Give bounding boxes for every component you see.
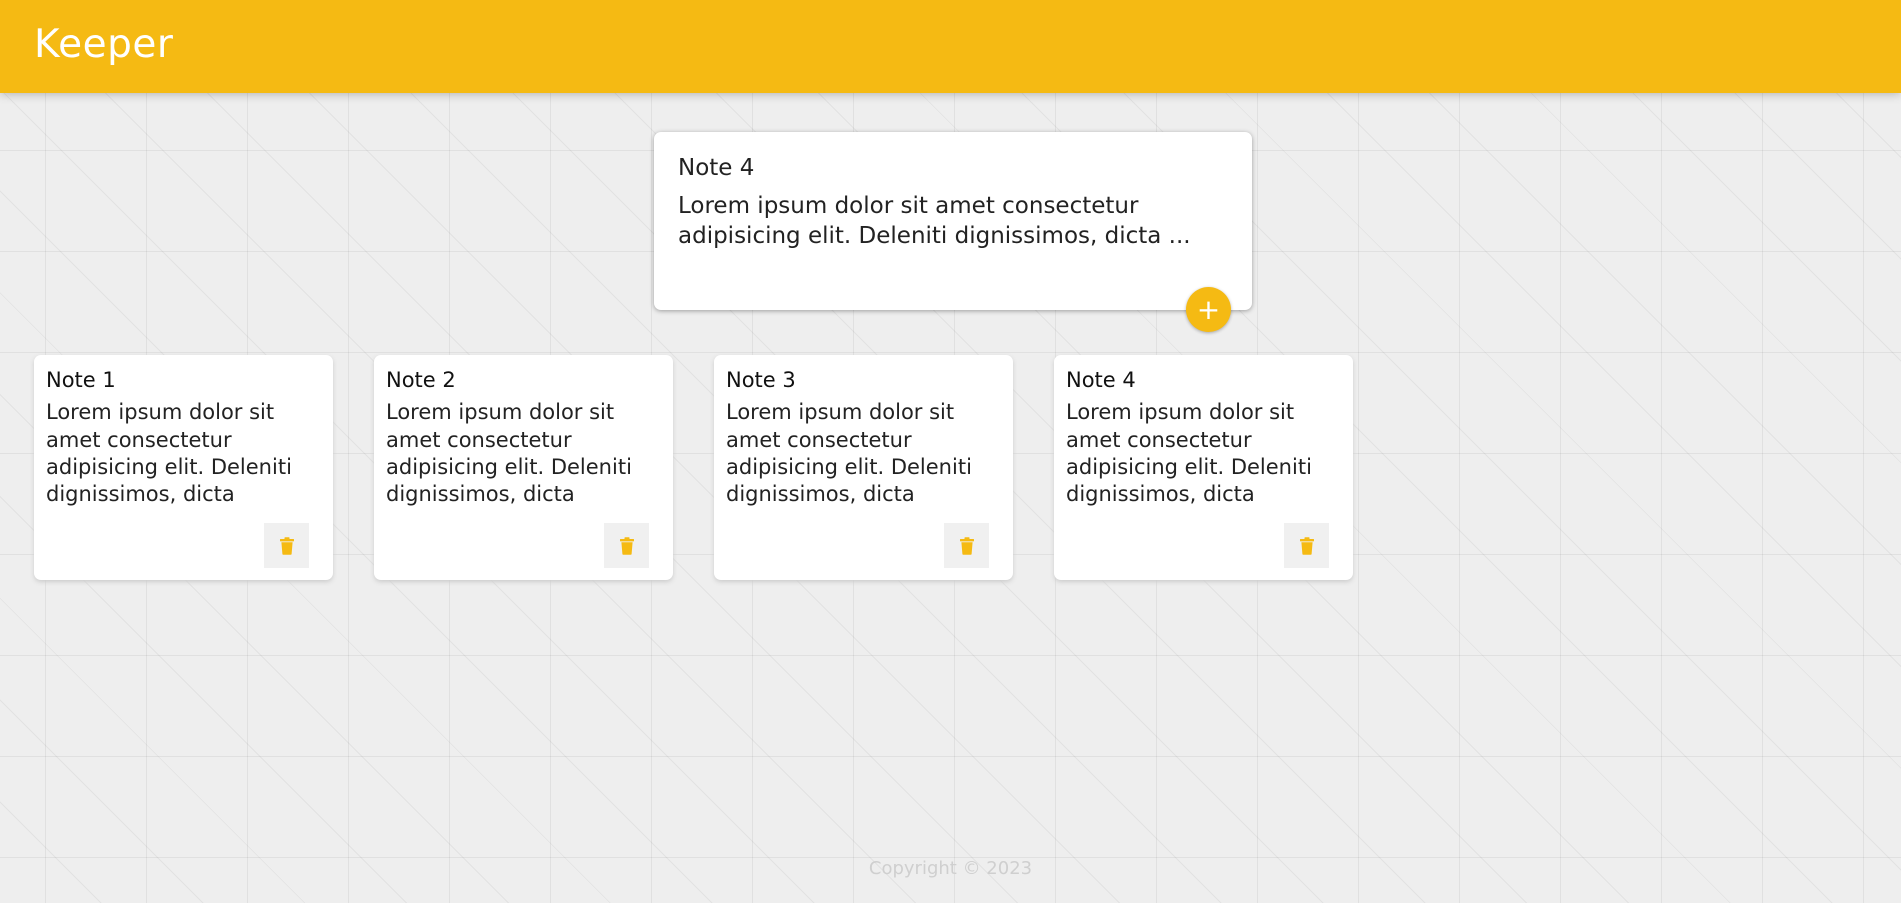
note-title-input[interactable]: Note 4 (678, 154, 1228, 184)
delete-note-button[interactable] (604, 523, 649, 568)
delete-note-button[interactable] (264, 523, 309, 568)
delete-note-button[interactable] (944, 523, 989, 568)
note-card: Note 1 Lorem ipsum dolor sit amet consec… (34, 355, 333, 580)
note-title: Note 2 (386, 368, 456, 392)
note-card: Note 3 Lorem ipsum dolor sit amet consec… (714, 355, 1013, 580)
app-title: Keeper (34, 22, 174, 67)
trash-icon (619, 536, 634, 555)
note-title: Note 3 (726, 368, 796, 392)
delete-note-button[interactable] (1284, 523, 1329, 568)
note-content: Lorem ipsum dolor sit amet consectetur a… (726, 400, 972, 507)
trash-icon (1299, 536, 1314, 555)
note-content: Lorem ipsum dolor sit amet consectetur a… (1066, 400, 1312, 507)
app-header: Keeper (0, 0, 1901, 93)
note-title: Note 1 (46, 368, 116, 392)
note-content: Lorem ipsum dolor sit amet consectetur a… (46, 400, 292, 507)
note-card: Note 2 Lorem ipsum dolor sit amet consec… (374, 355, 673, 580)
trash-icon (959, 536, 974, 555)
note-title: Note 4 (1066, 368, 1136, 392)
add-note-button[interactable]: + (1186, 287, 1231, 332)
note-card: Note 4 Lorem ipsum dolor sit amet consec… (1054, 355, 1353, 580)
create-note-form: Note 4 Lorem ipsum dolor sit amet consec… (654, 132, 1252, 310)
note-content: Lorem ipsum dolor sit amet consectetur a… (386, 400, 632, 507)
copyright-text: Copyright © 2023 (868, 858, 1033, 879)
note-content-textarea[interactable]: Lorem ipsum dolor sit amet consectetur a… (678, 192, 1228, 252)
footer: Copyright © 2023 (0, 858, 1901, 879)
trash-icon (279, 536, 294, 555)
plus-icon: + (1196, 292, 1221, 326)
